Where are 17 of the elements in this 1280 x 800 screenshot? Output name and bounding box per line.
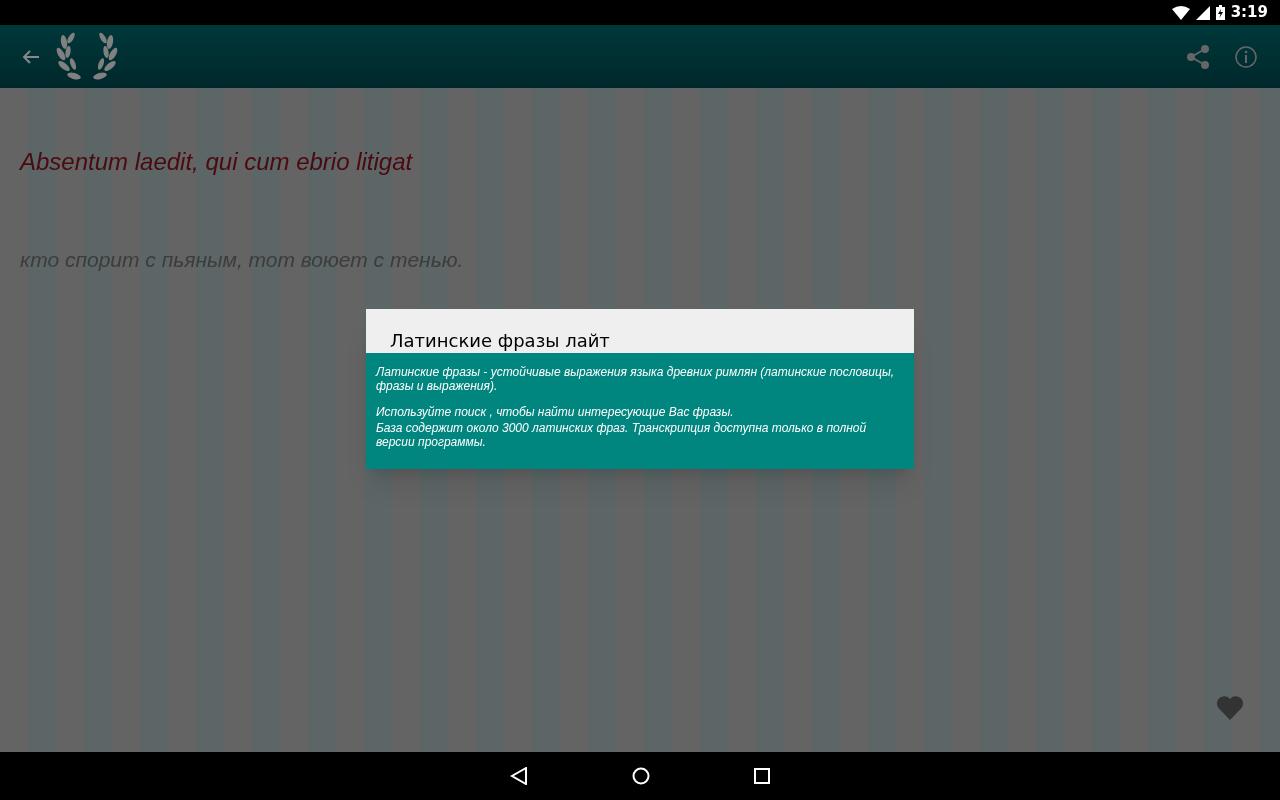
dialog-title: Латинские фразы лайт (390, 331, 610, 353)
dialog-paragraph: Латинские фразы - устойчивые выражения языка древних римлян (латинские пословицы, фразы и выражения). (376, 365, 896, 393)
back-icon[interactable] (22, 48, 40, 65)
dialog-paragraph: База содержит около 3000 латинских фраз. Транскрипция доступна только в полной версии программы. (376, 421, 868, 449)
latin-phrase: Absentum laedit, qui cum ebrio litigat (20, 147, 414, 177)
recents-nav-icon[interactable] (754, 768, 770, 784)
signal-icon (1195, 5, 1210, 20)
wifi-icon (1171, 5, 1190, 20)
share-icon[interactable] (1186, 44, 1210, 69)
heart-icon[interactable] (1216, 695, 1244, 720)
info-icon[interactable] (1234, 44, 1258, 69)
battery-icon (1215, 5, 1225, 20)
back-nav-icon[interactable] (510, 767, 528, 785)
dialog-paragraph: Используйте поиск , чтобы найти интересующие Вас фразы. (376, 405, 735, 419)
home-nav-icon[interactable] (632, 767, 650, 785)
status-time: 3:19 (1230, 2, 1268, 24)
laurel-icon (56, 31, 118, 82)
